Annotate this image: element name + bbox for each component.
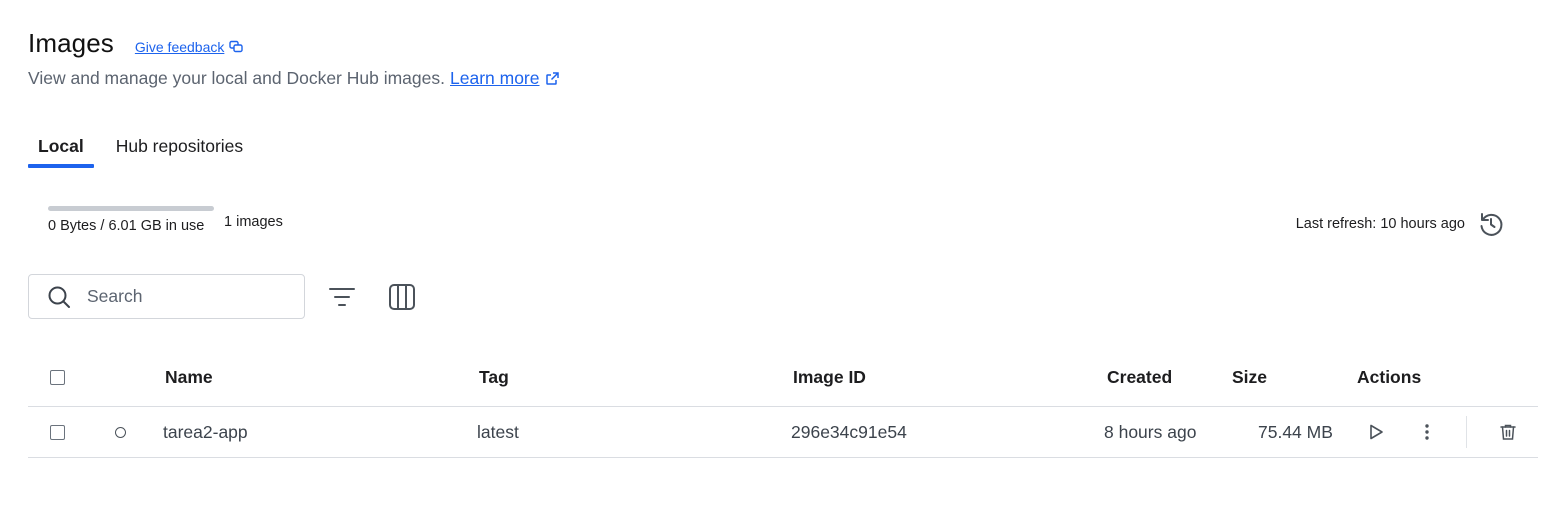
image-tag: latest bbox=[477, 421, 519, 442]
page-title: Images bbox=[28, 28, 114, 58]
chat-bubbles-icon bbox=[229, 40, 244, 53]
column-tag[interactable]: Tag bbox=[479, 348, 509, 406]
columns-button[interactable] bbox=[387, 282, 417, 312]
page-subtitle: View and manage your local and Docker Hu… bbox=[28, 68, 560, 89]
external-link-icon bbox=[545, 72, 559, 85]
column-name[interactable]: Name bbox=[165, 348, 213, 406]
unused-status-icon bbox=[115, 426, 126, 438]
disk-usage: 0 Bytes / 6.01 GB in use bbox=[48, 206, 214, 234]
give-feedback-label: Give feedback bbox=[134, 39, 225, 55]
more-actions-button[interactable] bbox=[1412, 417, 1442, 447]
status-cell bbox=[115, 407, 126, 457]
filter-icon bbox=[329, 288, 355, 306]
filter-button[interactable] bbox=[327, 282, 357, 312]
select-all-checkbox[interactable] bbox=[50, 369, 65, 385]
delete-cell bbox=[1493, 407, 1523, 457]
column-created[interactable]: Created bbox=[1107, 348, 1172, 406]
tab-hub-repositories[interactable]: Hub repositories bbox=[106, 130, 253, 167]
row-select-cell bbox=[50, 407, 65, 457]
image-created: 8 hours ago bbox=[1104, 421, 1197, 442]
column-image-id[interactable]: Image ID bbox=[793, 348, 866, 406]
tab-local[interactable]: Local bbox=[28, 130, 94, 168]
search-icon bbox=[47, 285, 71, 309]
columns-icon bbox=[389, 284, 415, 310]
play-icon bbox=[1370, 424, 1383, 440]
give-feedback-link[interactable]: Give feedback bbox=[135, 39, 244, 55]
subtitle-text: View and manage your local and Docker Hu… bbox=[28, 68, 445, 88]
images-page: Images Give feedback View and manage you… bbox=[0, 0, 1563, 517]
column-size[interactable]: Size bbox=[1232, 348, 1267, 406]
disk-usage-text: 0 Bytes / 6.01 GB in use bbox=[48, 218, 205, 234]
run-button[interactable] bbox=[1361, 417, 1391, 447]
image-size: 75.44 MB bbox=[1258, 421, 1333, 442]
select-all-cell bbox=[50, 348, 65, 406]
row-checkbox[interactable] bbox=[50, 424, 65, 440]
search-input[interactable] bbox=[85, 285, 279, 308]
disk-usage-bar bbox=[48, 206, 214, 211]
actions-divider bbox=[1466, 416, 1467, 448]
search-box bbox=[28, 274, 305, 319]
refresh-button[interactable] bbox=[1475, 208, 1507, 240]
table-header: Name Tag Image ID Created Size Actions bbox=[28, 348, 1538, 407]
image-name[interactable]: tarea2-app bbox=[163, 407, 248, 457]
header: Images Give feedback bbox=[28, 28, 244, 59]
images-table: Name Tag Image ID Created Size Actions t… bbox=[28, 348, 1538, 458]
column-actions: Actions bbox=[1357, 366, 1422, 387]
refresh-icon bbox=[1480, 213, 1503, 236]
image-id[interactable]: 296e34c91e54 bbox=[791, 407, 907, 457]
more-cell bbox=[1412, 407, 1442, 457]
images-count: 1 images bbox=[224, 214, 283, 230]
trash-icon bbox=[1500, 424, 1516, 440]
more-vertical-icon bbox=[1425, 424, 1429, 440]
learn-more-label: Learn more bbox=[450, 68, 540, 88]
table-row[interactable]: tarea2-app latest 296e34c91e54 8 hours a… bbox=[28, 407, 1538, 458]
refresh-area: Last refresh: 10 hours ago bbox=[1296, 208, 1507, 240]
learn-more-link[interactable]: Learn more bbox=[450, 68, 560, 89]
run-cell bbox=[1361, 407, 1391, 457]
delete-button[interactable] bbox=[1493, 417, 1523, 447]
last-refresh-text: Last refresh: 10 hours ago bbox=[1295, 216, 1465, 232]
tab-bar: Local Hub repositories bbox=[28, 130, 253, 168]
